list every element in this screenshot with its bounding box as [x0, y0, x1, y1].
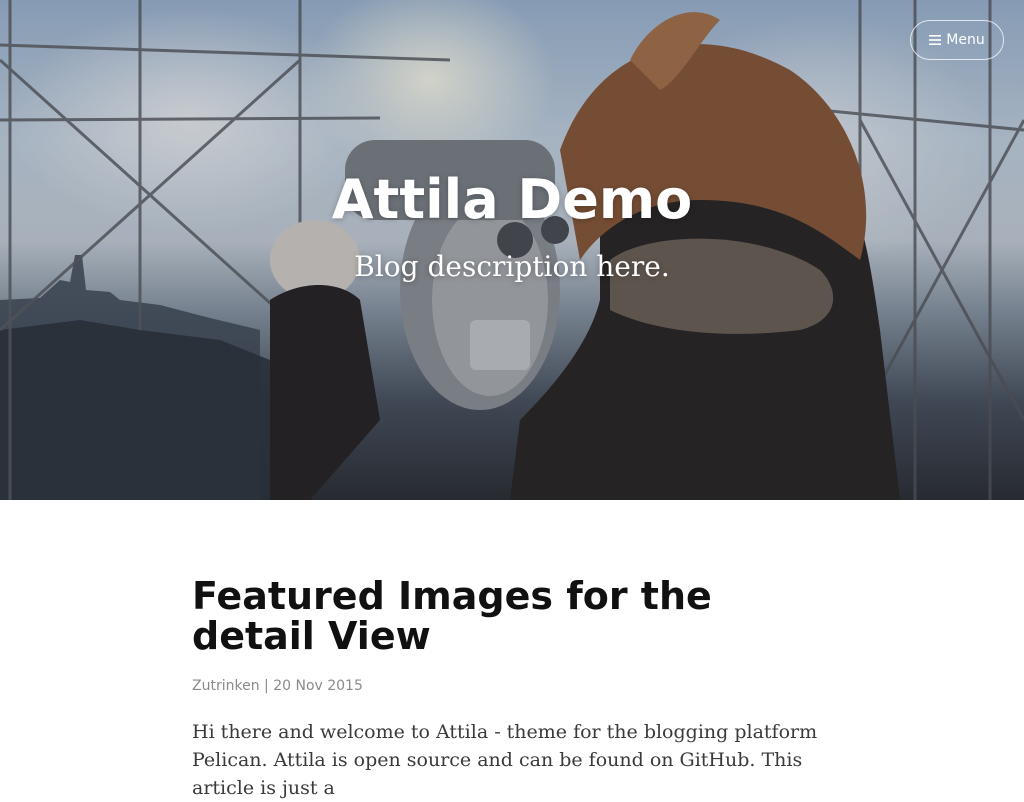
post-meta: Zutrinken | 20 Nov 2015	[192, 678, 832, 694]
blog-description: Blog description here.	[354, 250, 670, 283]
menu-label: Menu	[946, 32, 985, 48]
menu-button[interactable]: Menu	[910, 20, 1004, 60]
hero-header: Menu Attila Demo Blog description here.	[0, 0, 1024, 500]
post-author-link[interactable]: Zutrinken	[192, 678, 260, 694]
post-excerpt: Hi there and welcome to Attila - theme f…	[192, 721, 818, 799]
post-meta-separator: |	[264, 678, 269, 694]
post-preview: Featured Images for the detail View Zutr…	[192, 576, 832, 802]
post-list: Featured Images for the detail View Zutr…	[192, 576, 832, 802]
blog-title[interactable]: Attila Demo	[0, 168, 1024, 231]
post-title-link[interactable]: Featured Images for the detail View	[192, 576, 832, 656]
hamburger-icon	[929, 35, 942, 45]
post-date: 20 Nov 2015	[273, 678, 363, 694]
